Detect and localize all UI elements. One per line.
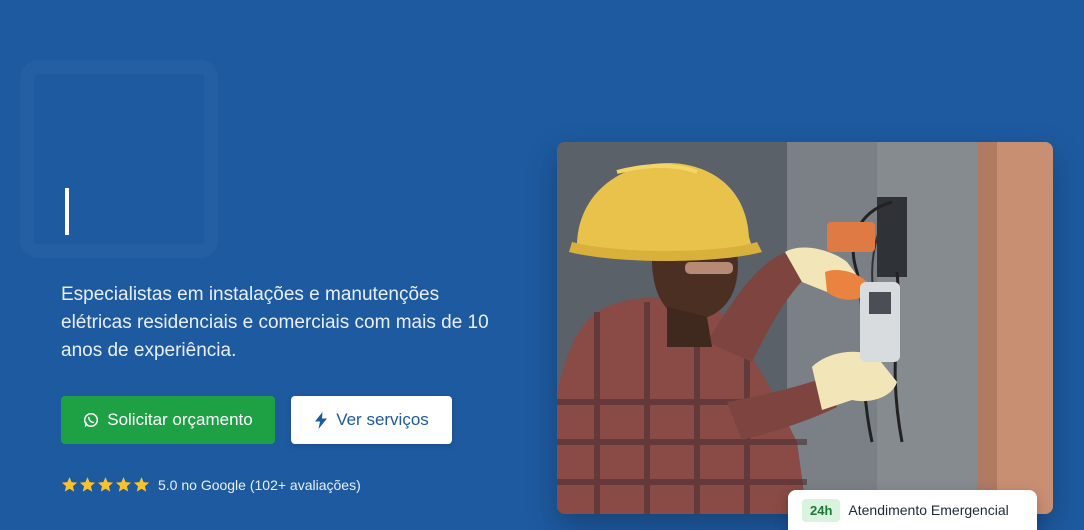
hero-section: Especialistas em instalações e manutençõ… (0, 0, 1084, 530)
badge-24h-tag: 24h (802, 498, 841, 522)
google-rating: 5.0 no Google (102+ avaliações) (61, 476, 361, 493)
hero-subtitle: Especialistas em instalações e manutençõ… (61, 284, 489, 361)
star-icon (97, 476, 114, 493)
electrician-working-photo (557, 142, 1053, 514)
view-services-label: Ver serviços (336, 410, 429, 429)
request-quote-label: Solicitar orçamento (107, 410, 253, 429)
star-icon (133, 476, 150, 493)
star-icon (61, 476, 78, 493)
rating-text: 5.0 no Google (102+ avaliações) (158, 476, 361, 493)
typing-cursor (65, 188, 69, 235)
background-decoration (20, 60, 218, 258)
rating-stars (61, 476, 150, 493)
emergency-badge: 24h Atendimento Emergencial (788, 490, 1037, 530)
badge-text: Atendimento Emergencial (848, 502, 1009, 518)
view-services-button[interactable]: Ver serviços (291, 396, 452, 444)
request-quote-button[interactable]: Solicitar orçamento (61, 396, 275, 444)
bolt-icon (314, 411, 328, 429)
star-icon (115, 476, 132, 493)
star-icon (79, 476, 96, 493)
whatsapp-icon (83, 412, 99, 428)
